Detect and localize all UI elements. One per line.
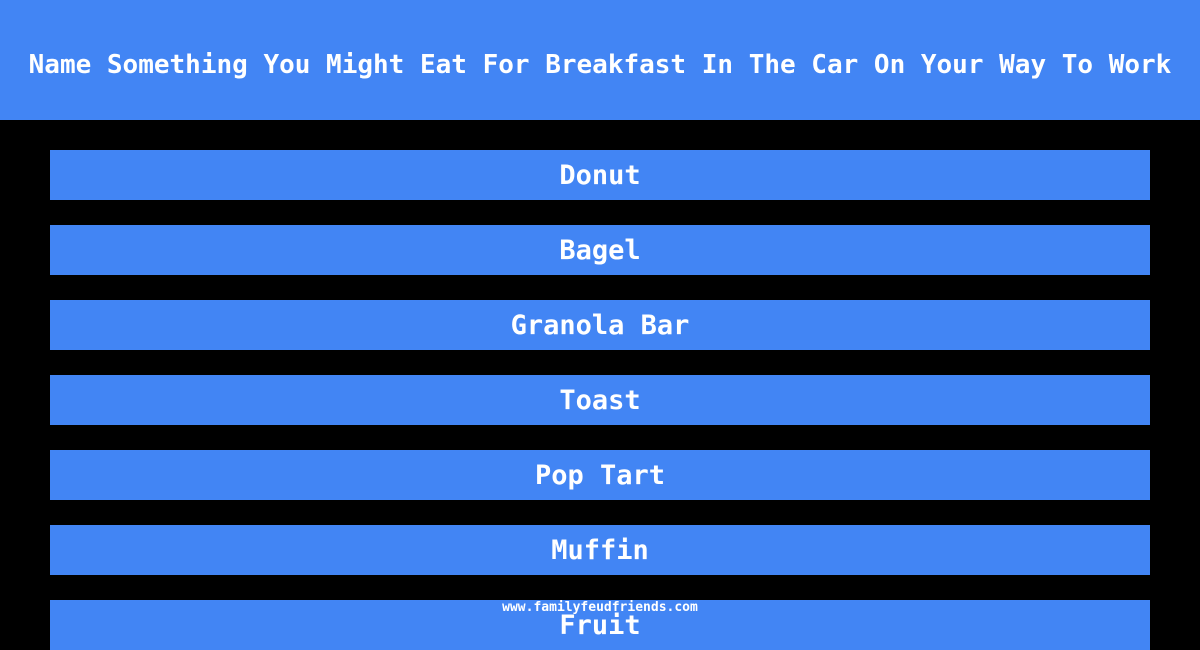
answer-row: Pop Tart xyxy=(50,450,1150,500)
answer-row: Granola Bar xyxy=(50,300,1150,350)
answer-row: Donut xyxy=(50,150,1150,200)
question-header: Name Something You Might Eat For Breakfa… xyxy=(0,0,1200,120)
answer-row: Toast xyxy=(50,375,1150,425)
answer-text: Donut xyxy=(559,159,641,191)
answer-row: Muffin xyxy=(50,525,1150,575)
site-watermark: www.familyfeudfriends.com xyxy=(502,600,698,615)
answer-text: Pop Tart xyxy=(534,459,666,491)
answer-text: Muffin xyxy=(551,534,649,566)
answer-text: Toast xyxy=(559,384,641,416)
answer-row: Bagel xyxy=(50,225,1150,275)
question-title: Name Something You Might Eat For Breakfa… xyxy=(28,50,1172,80)
answer-text: Granola Bar xyxy=(510,309,690,341)
answer-text: Bagel xyxy=(559,234,641,266)
